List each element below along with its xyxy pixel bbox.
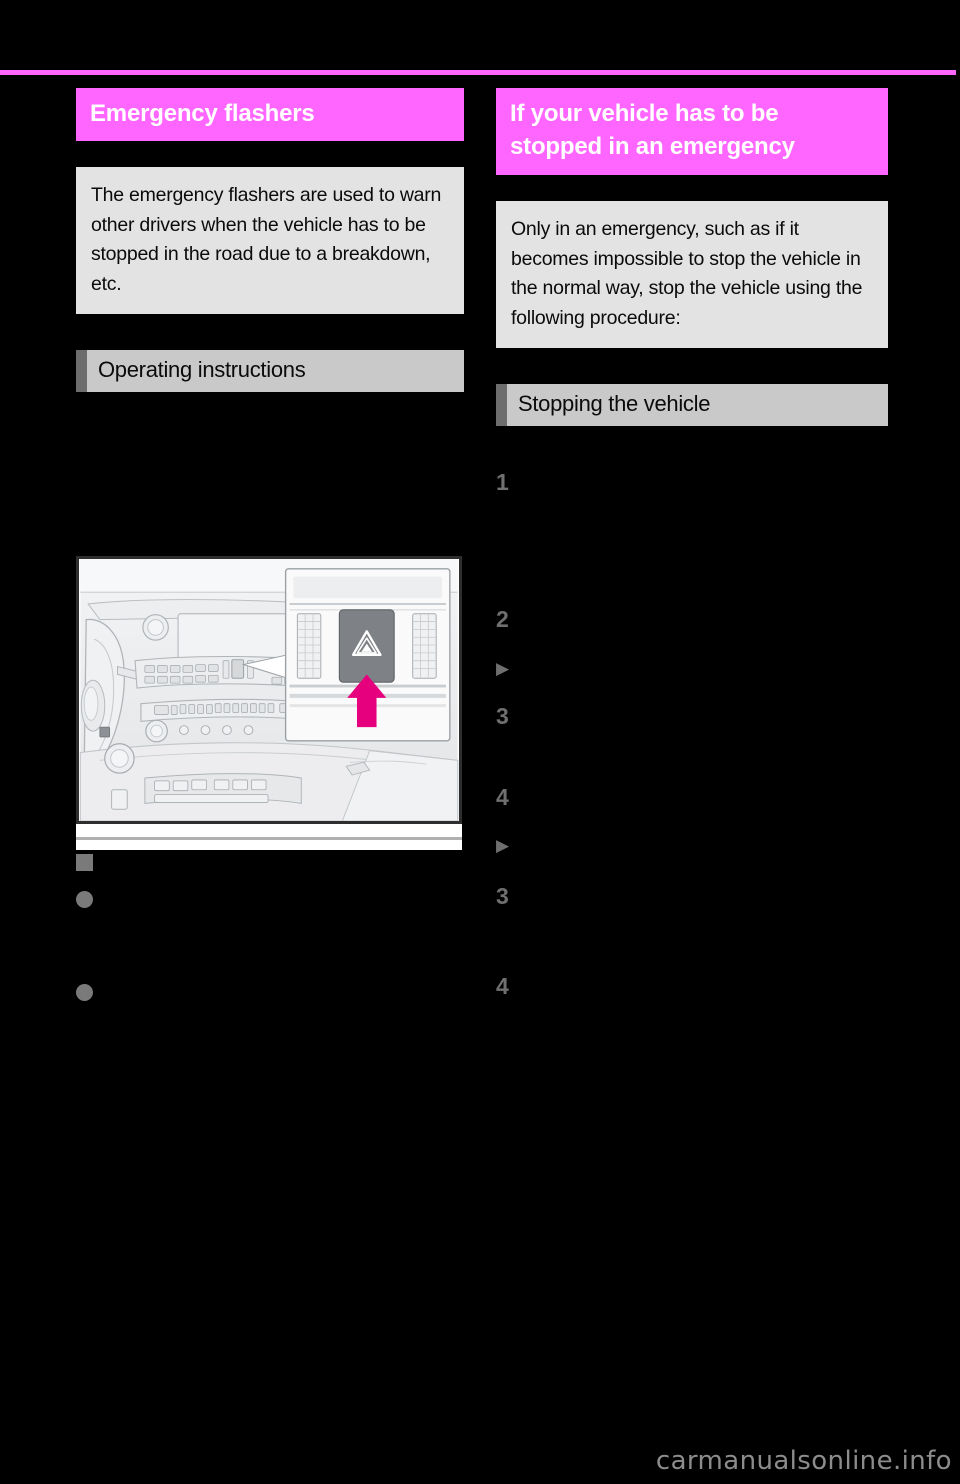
step-number: 4	[496, 784, 509, 811]
manual-page: Emergency flashers The emergency flasher…	[0, 0, 960, 1484]
step-text: Steadily step on the brake pedal with bo…	[522, 472, 871, 565]
step-item: 4 Turn the engine off.	[496, 785, 888, 810]
step-number: 3	[496, 883, 509, 910]
step-item: 4 To stop the engine, press and hold the…	[496, 974, 888, 1048]
left-column: Emergency flashers The emergency flasher…	[76, 88, 464, 392]
step-text: To stop the engine, press and hold the e…	[522, 975, 888, 1044]
bullet-dot-icon	[76, 983, 93, 1001]
caption-divider	[76, 837, 462, 840]
subhead-tab-marker	[496, 383, 507, 426]
step-item: 3 After slowing down, stop the vehicle a…	[496, 704, 888, 753]
square-heading-row: Emergency flashers	[76, 852, 464, 874]
procedure-steps: 1 Steadily step on the brake pedal with …	[496, 470, 888, 1048]
right-section-title: If your vehicle has to be stopped in an …	[496, 88, 888, 176]
triangle-bullet-icon: ▶	[496, 659, 510, 679]
step-number: 1	[496, 469, 509, 495]
right-subhead: Stopping the vehicle	[496, 383, 888, 426]
site-watermark: carmanualsonline.info	[655, 1446, 952, 1476]
instrument-panel-figure	[76, 556, 462, 824]
bullet-text: Press the switch to turn on the emergenc…	[102, 889, 420, 934]
figure-caption-band	[76, 824, 462, 850]
step-number: 2	[496, 605, 509, 632]
top-accent-rule	[0, 70, 956, 75]
step-item: 1 Steadily step on the brake pedal with …	[496, 470, 888, 569]
subhead-tab-marker	[76, 349, 87, 392]
right-subhead-label: Stopping the vehicle	[518, 390, 711, 416]
left-intro-panel: The emergency flashers are used to warn …	[76, 167, 464, 314]
right-intro-panel: Only in an emergency, such as if it beco…	[496, 201, 888, 348]
step-item: ▶ If the shift lever cannot be shifted t…	[496, 834, 888, 859]
triangle-bullet-icon: ▶	[496, 835, 510, 855]
bullet-dot-icon	[76, 890, 93, 908]
step-item: 3 Keep depressing the brake pedal with b…	[496, 884, 888, 933]
left-bullet-block: Emergency flashers Press the switch to t…	[76, 852, 464, 1074]
step-text: If the shift lever is shifted to N	[522, 659, 745, 679]
step-text: Keep depressing the brake pedal with bot…	[522, 886, 878, 931]
left-subhead: Operating instructions	[76, 349, 464, 392]
square-heading-label: Emergency flashers	[102, 852, 274, 872]
step-number: 4	[496, 972, 509, 999]
bullet-text: Press the switch again to turn off the e…	[102, 982, 377, 1027]
step-item: 2 Shift the shift lever to N.	[496, 607, 888, 632]
square-marker-icon	[76, 854, 93, 871]
step-number: 3	[496, 702, 509, 729]
right-column: If your vehicle has to be stopped in an …	[496, 88, 888, 426]
step-text: Shift the shift lever to N.	[522, 608, 703, 628]
step-text: After slowing down, stop the vehicle at …	[522, 705, 863, 750]
step-text: If the shift lever cannot be shifted to …	[522, 835, 808, 855]
list-item: Press the switch again to turn off the e…	[76, 981, 464, 1030]
left-subhead-label: Operating instructions	[98, 356, 306, 382]
list-item: Press the switch to turn on the emergenc…	[76, 888, 464, 937]
left-section-title: Emergency flashers	[76, 88, 464, 142]
step-item: ▶ If the shift lever is shifted to N	[496, 657, 888, 682]
step-text: Turn the engine off.	[522, 787, 669, 807]
